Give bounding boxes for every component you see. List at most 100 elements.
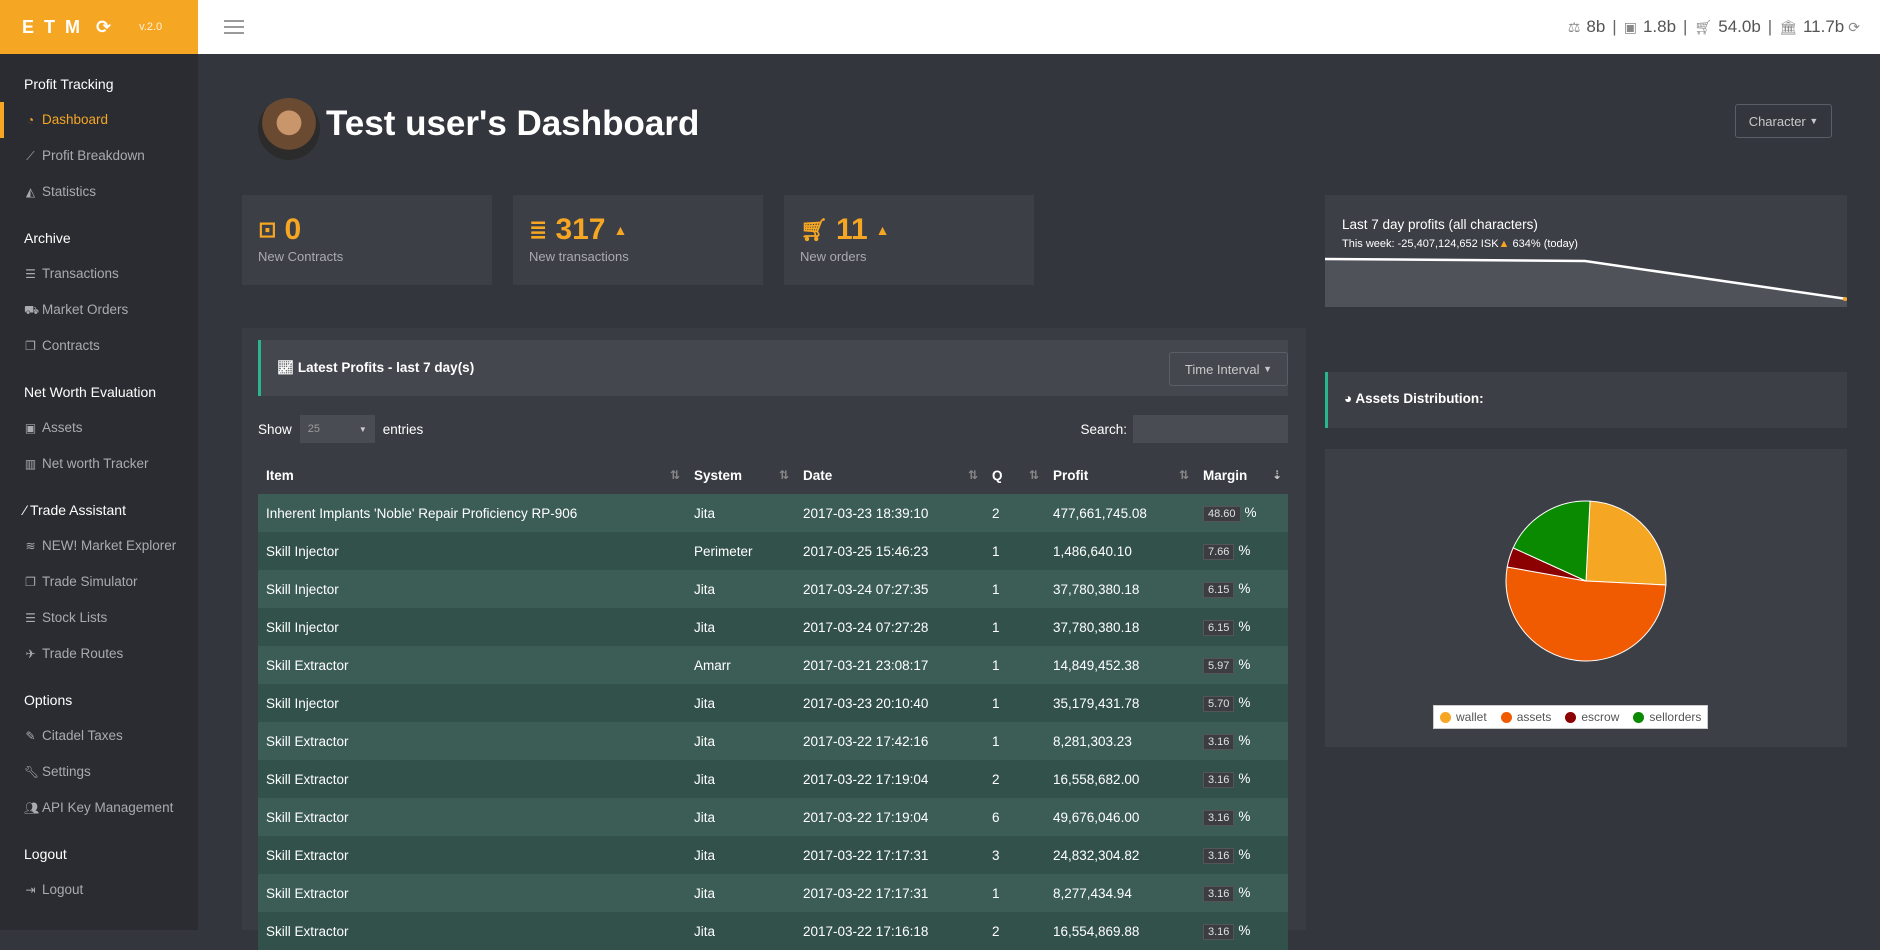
card-new-contracts: ⊡ 0 New Contracts xyxy=(242,195,492,285)
legend-item-assets[interactable]: assets xyxy=(1500,710,1551,724)
brand-name: ETM xyxy=(22,16,90,37)
latest-profits-panel: 📈︎ Latest Profits - last 7 day(s) Time I… xyxy=(242,328,1306,950)
cell-system: Jita xyxy=(686,722,795,760)
sidebar-item-trade-routes[interactable]: ✈ Trade Routes xyxy=(0,636,198,672)
cell-system: Jita xyxy=(686,608,795,646)
sidebar-item-settings[interactable]: 🔧︎ Settings xyxy=(0,754,198,790)
sidebar-item-dashboard[interactable]: ◔ Dashboard xyxy=(0,102,198,138)
table-row[interactable]: Inherent Implants 'Noble' Repair Profici… xyxy=(258,494,1288,532)
plane-icon: ✈ xyxy=(25,647,36,661)
sidebar-item-net-worth-tracker[interactable]: ▥ Net worth Tracker xyxy=(0,446,198,482)
cell-quantity: 2 xyxy=(984,494,1045,532)
column-header-item[interactable]: Item ⇅ xyxy=(258,456,686,494)
margin-value: 3.16 xyxy=(1203,733,1235,750)
cell-item: Skill Extractor xyxy=(258,836,686,874)
sidebar-item-assets[interactable]: ▣ Assets xyxy=(0,410,198,446)
cart-icon: 🛒︎ xyxy=(800,217,828,242)
column-header-date[interactable]: Date ⇅ xyxy=(795,456,984,494)
table-row[interactable]: Skill Extractor Jita 2017-03-22 17:19:04 2 1… xyxy=(258,760,1288,798)
column-header-profit[interactable]: Profit ⇅ xyxy=(1045,456,1195,494)
wrench-icon: 🔧︎ xyxy=(24,765,40,779)
column-header-margin[interactable]: Margin ⇣ xyxy=(1195,456,1288,494)
wealth-stats: ⚖ 8b | ▣ 1.8b | 🛒︎ 54.0b | 🏛︎ 11.7b ⟳ xyxy=(1567,17,1860,36)
legend-swatch xyxy=(1633,711,1645,723)
cell-profit: 37,780,380.18 xyxy=(1045,608,1195,646)
area-chart-icon: ◭ xyxy=(25,185,36,199)
sidebar-item-statistics[interactable]: ◭ Statistics xyxy=(0,174,198,210)
cell-item: Skill Extractor xyxy=(258,722,686,760)
table-row[interactable]: Skill Extractor Jita 2017-03-22 17:16:18 2 1… xyxy=(258,912,1288,950)
latest-profits-rows: Inherent Implants 'Noble' Repair Profici… xyxy=(258,494,1288,950)
refresh-icon[interactable]: ⟳ xyxy=(96,17,111,38)
table-row[interactable]: Skill Extractor Jita 2017-03-22 17:19:04 6 4… xyxy=(258,798,1288,836)
section-archive: Archive xyxy=(24,230,71,246)
dashboard-icon: ◔ xyxy=(26,113,35,127)
table-row[interactable]: Skill Injector Jita 2017-03-23 20:10:40 1 35… xyxy=(258,684,1288,722)
column-header-system[interactable]: System ⇅ xyxy=(686,456,795,494)
sort-icon: ⇅ xyxy=(967,468,978,482)
users-icon: 👥︎ xyxy=(24,801,40,815)
menu-toggle-icon[interactable] xyxy=(224,16,244,38)
percent-sign: % xyxy=(1238,618,1251,634)
table-row[interactable]: Skill Injector Perimeter 2017-03-25 15:46:… xyxy=(258,532,1288,570)
card-new-transactions: ≣ 317 ▲ New transactions xyxy=(513,195,763,285)
pencil-icon: ✎ xyxy=(25,729,36,743)
sidebar-item-stock-lists[interactable]: ☰ Stock Lists xyxy=(0,600,198,636)
cell-system: Jita xyxy=(686,912,795,950)
assets-pie-chart xyxy=(1505,500,1667,662)
sidebar-item-citadel-taxes[interactable]: ✎ Citadel Taxes xyxy=(0,718,198,754)
legend-item-escrow[interactable]: escrow xyxy=(1565,710,1619,724)
brand[interactable]: ETM ⟳ v.2.0 xyxy=(0,0,198,54)
cell-system: Jita xyxy=(686,684,795,722)
cell-profit: 1,486,640.10 xyxy=(1045,532,1195,570)
balance-icon: ⚖ xyxy=(1567,18,1581,35)
sort-icon: ⇅ xyxy=(1178,468,1189,482)
sidebar-item-transactions[interactable]: ☰ Transactions xyxy=(0,256,198,292)
latest-profits-table: Item ⇅ System ⇅ Date ⇅ Q ⇅ Profit ⇅ Margin ⇣ I… xyxy=(258,456,1288,950)
cell-profit: 8,277,434.94 xyxy=(1045,874,1195,912)
table-row[interactable]: Skill Injector Jita 2017-03-24 07:27:35 1 37… xyxy=(258,570,1288,608)
legend-swatch xyxy=(1500,711,1512,723)
search-input[interactable] xyxy=(1133,415,1288,443)
refresh-icon[interactable]: ⟳ xyxy=(1848,19,1860,36)
column-header-q[interactable]: Q ⇅ xyxy=(984,456,1045,494)
sidebar-item-profit-breakdown[interactable]: ⟋ Profit Breakdown xyxy=(0,138,198,174)
cell-margin: 3.16% xyxy=(1195,912,1288,950)
table-row[interactable]: Skill Extractor Jita 2017-03-22 17:17:31 1 8… xyxy=(258,874,1288,912)
weekly-profit-title: Last 7 day profits (all characters) xyxy=(1342,217,1538,232)
legend-item-sellorders[interactable]: sellorders xyxy=(1633,710,1701,724)
cell-date: 2017-03-22 17:16:18 xyxy=(795,912,984,950)
page-title: Test user's Dashboard xyxy=(326,104,700,143)
margin-value: 5.97 xyxy=(1203,657,1235,674)
briefcase-icon: ▣ xyxy=(24,421,37,435)
sidebar-item-api-keys[interactable]: 👥︎ API Key Management xyxy=(0,790,198,826)
caret-down-icon: ▼ xyxy=(358,424,367,434)
sidebar-item-contracts[interactable]: ❐ Contracts xyxy=(0,328,198,364)
sidebar-item-trade-simulator[interactable]: ❐ Trade Simulator xyxy=(0,564,198,600)
table-row[interactable]: Skill Extractor Jita 2017-03-22 17:42:16 1 8… xyxy=(258,722,1288,760)
entries-select[interactable]: 25 ▼ xyxy=(299,415,375,443)
caret-down-icon: ▼ xyxy=(1263,364,1273,374)
legend-label: sellorders xyxy=(1649,710,1702,724)
percent-sign: % xyxy=(1238,846,1251,862)
cell-date: 2017-03-22 17:42:16 xyxy=(795,722,984,760)
cell-margin: 5.70% xyxy=(1195,684,1288,722)
cell-system: Jita xyxy=(686,494,795,532)
legend-item-wallet[interactable]: wallet xyxy=(1440,710,1487,724)
sidebar-item-market-orders[interactable]: ⛟ Market Orders xyxy=(0,292,198,328)
sort-icon: ⇅ xyxy=(778,468,789,482)
copy-icon: ❐ xyxy=(25,339,36,353)
legend-label: wallet xyxy=(1456,710,1487,724)
sidebar-item-market-explorer[interactable]: ≋ NEW! Market Explorer xyxy=(0,528,198,564)
character-dropdown-button[interactable]: Character ▼ xyxy=(1735,104,1832,138)
copy-icon: ❐ xyxy=(25,575,36,589)
pie-slice-wallet[interactable] xyxy=(1585,500,1667,586)
sidebar-item-logout[interactable]: ⇥ Logout xyxy=(0,872,198,908)
table-row[interactable]: Skill Extractor Amarr 2017-03-21 23:08:17 1… xyxy=(258,646,1288,684)
table-row[interactable]: Skill Injector Jita 2017-03-24 07:27:28 1 37… xyxy=(258,608,1288,646)
table-row[interactable]: Skill Extractor Jita 2017-03-22 17:17:31 3 2… xyxy=(258,836,1288,874)
time-interval-button[interactable]: Time Interval ▼ xyxy=(1169,352,1288,386)
section-profit-tracking: Profit Tracking xyxy=(24,76,114,92)
cell-quantity: 1 xyxy=(984,684,1045,722)
sort-desc-icon: ⇣ xyxy=(1271,468,1282,482)
